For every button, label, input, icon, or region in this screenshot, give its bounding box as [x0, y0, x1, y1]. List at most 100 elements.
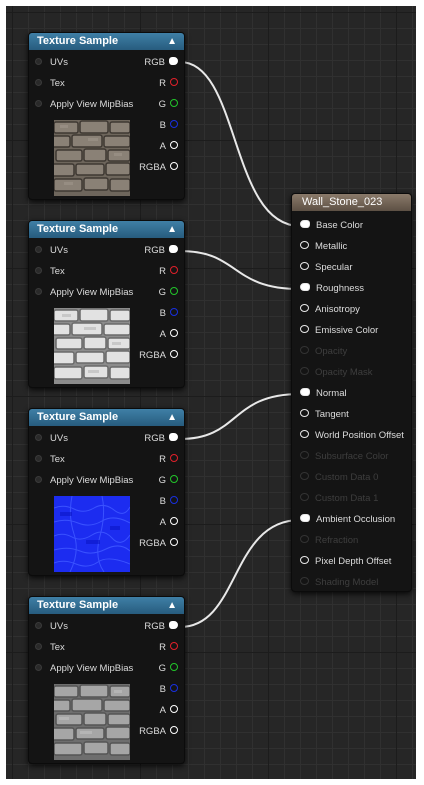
output-pin-icon[interactable] — [170, 162, 178, 171]
input-pin-icon[interactable] — [300, 220, 310, 229]
output-pin-g[interactable]: G — [159, 662, 178, 676]
output-pin-a[interactable]: A — [160, 140, 178, 154]
material-input-specular[interactable]: Specular — [300, 261, 353, 275]
material-node-header[interactable]: Wall_Stone_023 — [292, 194, 411, 211]
output-pin-icon[interactable] — [170, 642, 178, 651]
output-pin-icon[interactable] — [170, 475, 178, 484]
output-pin-g[interactable]: G — [159, 98, 178, 112]
material-input-emissive-color[interactable]: Emissive Color — [300, 324, 378, 338]
output-pin-rgba[interactable]: RGBA — [139, 349, 178, 363]
material-input-anisotropy[interactable]: Anisotropy — [300, 303, 360, 317]
material-input-base-color[interactable]: Base Color — [300, 219, 363, 233]
output-pin-g[interactable]: G — [159, 474, 178, 488]
input-pin-icon[interactable] — [35, 475, 42, 483]
input-pin-icon[interactable] — [35, 663, 42, 671]
collapse-chevron-icon[interactable]: ▲ — [167, 221, 177, 238]
collapse-chevron-icon[interactable]: ▲ — [167, 33, 177, 50]
texture-sample-node-3[interactable]: Texture Sample ▲ UVs Tex Apply View MipB… — [28, 408, 185, 576]
output-pin-icon[interactable] — [170, 684, 178, 693]
output-pin-icon[interactable] — [170, 496, 178, 505]
texture-sample-node-4[interactable]: Texture Sample ▲ UVs Tex Apply View MipB… — [28, 596, 185, 764]
output-pin-g[interactable]: G — [159, 286, 178, 300]
output-pin-icon[interactable] — [169, 57, 178, 66]
output-pin-icon[interactable] — [170, 141, 178, 150]
input-pin-icon[interactable] — [300, 514, 310, 523]
input-pin-mipbias[interactable]: Apply View MipBias — [35, 98, 133, 112]
collapse-chevron-icon[interactable]: ▲ — [167, 409, 177, 426]
output-pin-b[interactable]: B — [160, 307, 178, 321]
output-pin-rgb[interactable]: RGB — [144, 620, 178, 634]
material-input-pixel-depth-offset[interactable]: Pixel Depth Offset — [300, 555, 391, 569]
output-pin-icon[interactable] — [169, 621, 178, 630]
input-pin-icon[interactable] — [35, 621, 42, 629]
output-pin-icon[interactable] — [170, 350, 178, 359]
input-pin-icon[interactable] — [35, 287, 42, 295]
input-pin-icon[interactable] — [35, 433, 42, 441]
input-pin-icon[interactable] — [35, 99, 42, 107]
input-pin-icon[interactable] — [35, 78, 42, 86]
output-pin-icon[interactable] — [170, 329, 178, 338]
input-pin-icon[interactable] — [300, 262, 309, 271]
input-pin-icon[interactable] — [300, 388, 310, 397]
input-pin-tex[interactable]: Tex — [35, 265, 65, 279]
input-pin-uvs[interactable]: UVs — [35, 620, 68, 634]
output-pin-icon[interactable] — [169, 433, 178, 442]
output-pin-icon[interactable] — [170, 538, 178, 547]
input-pin-icon[interactable] — [35, 266, 42, 274]
material-input-tangent[interactable]: Tangent — [300, 408, 349, 422]
output-pin-rgba[interactable]: RGBA — [139, 161, 178, 175]
input-pin-uvs[interactable]: UVs — [35, 244, 68, 258]
output-pin-rgb[interactable]: RGB — [144, 244, 178, 258]
material-input-normal[interactable]: Normal — [300, 387, 347, 401]
node-header[interactable]: Texture Sample ▲ — [29, 221, 184, 238]
input-pin-icon[interactable] — [35, 245, 42, 253]
output-pin-icon[interactable] — [170, 308, 178, 317]
collapse-chevron-icon[interactable]: ▲ — [167, 597, 177, 614]
input-pin-mipbias[interactable]: Apply View MipBias — [35, 474, 133, 488]
input-pin-uvs[interactable]: UVs — [35, 432, 68, 446]
material-result-node[interactable]: Wall_Stone_023 Base Color Metallic Specula… — [291, 193, 412, 592]
input-pin-icon[interactable] — [300, 556, 309, 565]
output-pin-rgb[interactable]: RGB — [144, 432, 178, 446]
output-pin-r[interactable]: R — [159, 453, 178, 467]
output-pin-b[interactable]: B — [160, 495, 178, 509]
output-pin-icon[interactable] — [170, 266, 178, 275]
output-pin-icon[interactable] — [170, 517, 178, 526]
output-pin-r[interactable]: R — [159, 77, 178, 91]
output-pin-icon[interactable] — [170, 78, 178, 87]
output-pin-rgb[interactable]: RGB — [144, 56, 178, 70]
input-pin-icon[interactable] — [300, 304, 309, 313]
input-pin-uvs[interactable]: UVs — [35, 56, 68, 70]
material-input-roughness[interactable]: Roughness — [300, 282, 364, 296]
input-pin-icon[interactable] — [35, 57, 42, 65]
input-pin-icon[interactable] — [300, 409, 309, 418]
node-header[interactable]: Texture Sample ▲ — [29, 33, 184, 50]
output-pin-r[interactable]: R — [159, 641, 178, 655]
input-pin-mipbias[interactable]: Apply View MipBias — [35, 286, 133, 300]
input-pin-icon[interactable] — [300, 241, 309, 250]
input-pin-icon[interactable] — [35, 642, 42, 650]
material-input-metallic[interactable]: Metallic — [300, 240, 347, 254]
input-pin-icon[interactable] — [300, 283, 310, 292]
output-pin-a[interactable]: A — [160, 328, 178, 342]
output-pin-b[interactable]: B — [160, 683, 178, 697]
input-pin-tex[interactable]: Tex — [35, 77, 65, 91]
texture-sample-node-2[interactable]: Texture Sample ▲ UVs Tex Apply View MipB… — [28, 220, 185, 388]
output-pin-rgba[interactable]: RGBA — [139, 725, 178, 739]
node-header[interactable]: Texture Sample ▲ — [29, 409, 184, 426]
input-pin-mipbias[interactable]: Apply View MipBias — [35, 662, 133, 676]
output-pin-icon[interactable] — [170, 705, 178, 714]
input-pin-tex[interactable]: Tex — [35, 453, 65, 467]
material-input-world-position-offset[interactable]: World Position Offset — [300, 429, 404, 443]
material-input-ambient-occlusion[interactable]: Ambient Occlusion — [300, 513, 395, 527]
output-pin-rgba[interactable]: RGBA — [139, 537, 178, 551]
input-pin-icon[interactable] — [300, 430, 309, 439]
texture-sample-node-1[interactable]: Texture Sample ▲ UVs Tex Apply View MipB… — [28, 32, 185, 200]
output-pin-a[interactable]: A — [160, 704, 178, 718]
output-pin-icon[interactable] — [170, 120, 178, 129]
output-pin-icon[interactable] — [169, 245, 178, 254]
input-pin-icon[interactable] — [35, 454, 42, 462]
output-pin-icon[interactable] — [170, 99, 178, 108]
node-header[interactable]: Texture Sample ▲ — [29, 597, 184, 614]
output-pin-icon[interactable] — [170, 663, 178, 672]
